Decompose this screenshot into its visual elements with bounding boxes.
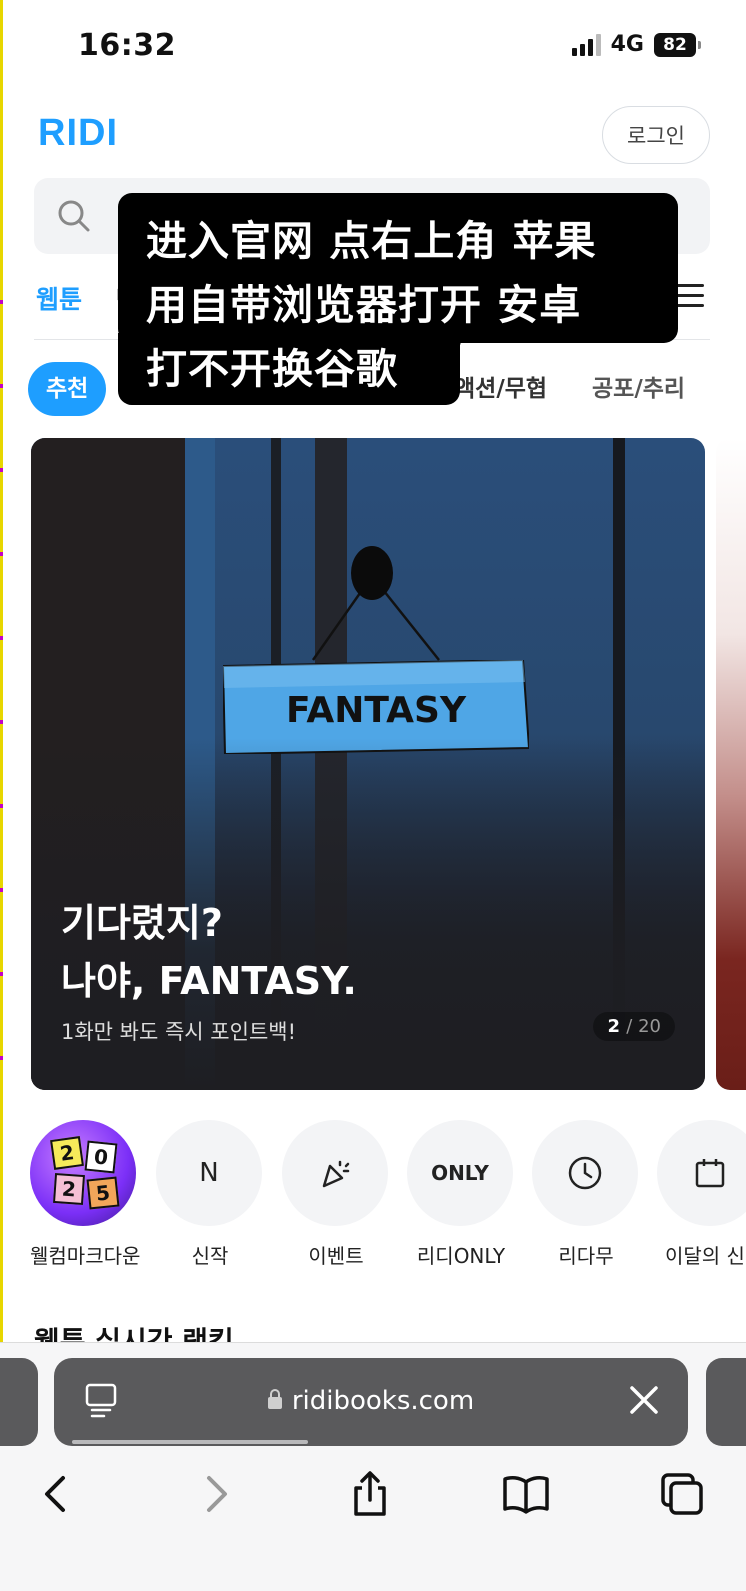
promo-banner[interactable]: FANTASY 기다렸지? 나야, FANTASY. 1화만 봐도 즉시 포인트… <box>31 438 705 1090</box>
quick-menu-label: 이달의 신 <box>665 1244 745 1268</box>
quick-menu-new[interactable]: N 신작 <box>156 1120 264 1269</box>
search-icon <box>58 200 90 232</box>
signal-icon <box>571 33 601 56</box>
url-text: ridibooks.com <box>291 1386 475 1416</box>
prev-tab-peek[interactable] <box>0 1358 38 1446</box>
new-icon: N <box>156 1120 262 1226</box>
share-button[interactable] <box>340 1464 400 1524</box>
battery-level: 82 <box>663 34 687 55</box>
quick-menu-label: 신작 <box>191 1244 229 1268</box>
next-banner-peek[interactable] <box>716 438 746 1090</box>
quick-menu-label: 이벤트 <box>308 1244 364 1268</box>
forward-button[interactable] <box>186 1464 246 1524</box>
clock-icon <box>568 1156 602 1190</box>
tile-2: 0 <box>84 1140 118 1174</box>
caption-line-1: 进入官网 点右上角 苹果 <box>146 217 597 265</box>
quick-menu-monthly[interactable]: 이달의 신 <box>657 1120 746 1269</box>
banner-title: 기다렸지? 나야, FANTASY. <box>61 894 357 1010</box>
tile-4: 5 <box>86 1176 120 1210</box>
sign-hook <box>351 546 393 600</box>
counter-total: / 20 <box>626 1016 661 1037</box>
tabs-button[interactable] <box>652 1464 712 1524</box>
ridi-logo[interactable]: RIDI <box>38 112 118 155</box>
hamburger-menu-icon[interactable] <box>676 284 704 308</box>
quick-menu-welcome[interactable]: 2 0 2 5 웰컴마크다운 <box>30 1120 141 1269</box>
close-icon[interactable] <box>626 1382 662 1418</box>
login-button[interactable]: 로그인 <box>602 106 710 164</box>
instruction-caption: 进入官网 点右上角 苹果 用自带浏览器打开 安卓 打不开换谷歌 <box>118 193 678 405</box>
party-popper-icon <box>322 1160 350 1188</box>
quick-menu-waitfree[interactable]: 리다무 <box>532 1120 640 1269</box>
tabs-icon <box>661 1473 703 1515</box>
chevron-left-icon <box>45 1476 65 1512</box>
chevron-right-icon <box>207 1476 227 1512</box>
lock-icon <box>267 1389 282 1409</box>
quick-menu-label: 웰컴마크다운 <box>30 1244 141 1268</box>
tile-1: 2 <box>50 1136 84 1170</box>
load-progress-bar <box>72 1440 308 1444</box>
tab-webtoon[interactable]: 웹툰 <box>36 280 82 316</box>
quick-menu-event[interactable]: 이벤트 <box>282 1120 390 1269</box>
only-icon: ONLY <box>407 1120 513 1226</box>
battery-icon: 82 <box>654 32 701 57</box>
quick-menu-label: 리다무 <box>558 1244 614 1268</box>
caption-line-2: 用自带浏览器打开 安卓 <box>146 281 582 329</box>
quick-menu-label: 리디ONLY <box>416 1244 506 1268</box>
address-bar[interactable]: ridibooks.com <box>54 1358 688 1446</box>
book-icon <box>503 1476 549 1514</box>
quick-menu-only[interactable]: ONLY 리디ONLY <box>407 1120 515 1269</box>
network-type: 4G <box>610 32 644 57</box>
next-tab-peek[interactable] <box>706 1358 746 1446</box>
bookmarks-button[interactable] <box>496 1464 556 1524</box>
welcome-2025-icon: 2 0 2 5 <box>30 1120 136 1226</box>
share-icon <box>354 1471 386 1516</box>
back-button[interactable] <box>26 1464 86 1524</box>
banner-page-counter: 2 / 20 <box>593 1012 675 1041</box>
banner-title-line-1: 기다렸지? <box>61 901 223 945</box>
banner-title-line-2: 나야, FANTASY. <box>61 959 357 1003</box>
banner-subtitle: 1화만 봐도 즉시 포인트백! <box>61 1020 297 1044</box>
status-time: 16:32 <box>78 28 176 63</box>
caption-line-3: 打不开换谷歌 <box>146 345 398 393</box>
genre-chip-recommended[interactable]: 추천 <box>28 362 107 416</box>
status-indicators: 4G 82 <box>571 32 701 57</box>
counter-current: 2 <box>607 1016 621 1037</box>
tile-3: 2 <box>52 1172 86 1206</box>
sign-text: FANTASY <box>286 690 467 731</box>
url-display: ridibooks.com <box>54 1386 688 1416</box>
calendar-icon <box>695 1159 725 1188</box>
